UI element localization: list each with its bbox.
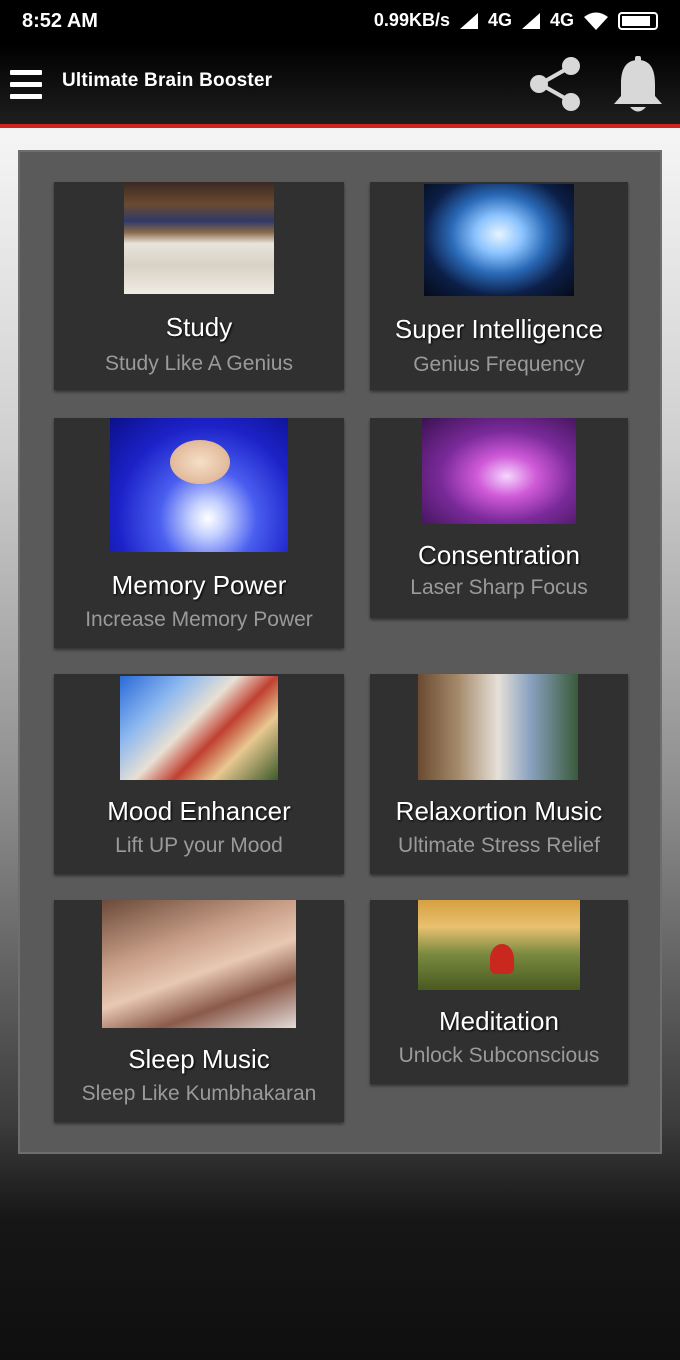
card-subtitle: Increase Memory Power — [85, 608, 313, 631]
card-subtitle: Study Like A Genius — [105, 352, 293, 375]
wifi-icon — [584, 12, 608, 30]
menu-button[interactable] — [10, 64, 42, 104]
card-subtitle: Unlock Subconscious — [398, 1044, 600, 1067]
card-meditation[interactable]: Meditation Unlock Subconscious — [370, 900, 628, 1084]
card-relaxortion-music[interactable]: Relaxortion Music Ultimate Stress Relief — [370, 674, 628, 874]
books-image — [124, 182, 274, 294]
bell-icon[interactable] — [608, 52, 668, 116]
card-title: Study — [165, 312, 233, 342]
card-subtitle: Laser Sharp Focus — [410, 576, 588, 599]
share-icon[interactable] — [524, 52, 588, 116]
card-super-intelligence[interactable]: Super Intelligence Genius Frequency — [370, 182, 628, 390]
signal-icon — [521, 12, 540, 29]
card-title: Mood Enhancer — [107, 796, 291, 826]
card-study[interactable]: Study Study Like A Genius — [54, 182, 344, 390]
sleeping-woman-image — [102, 900, 296, 1028]
card-memory-power[interactable]: Memory Power Increase Memory Power — [54, 418, 344, 648]
card-mood-enhancer[interactable]: Mood Enhancer Lift UP your Mood — [54, 674, 344, 874]
card-subtitle: Lift UP your Mood — [115, 834, 283, 857]
menu-icon — [10, 69, 42, 75]
aura-image — [422, 418, 576, 524]
battery-icon — [618, 11, 658, 30]
meditation-image — [418, 900, 580, 990]
meditating-figure — [490, 944, 514, 974]
card-sleep-music[interactable]: Sleep Music Sleep Like Kumbhakaran — [54, 900, 344, 1122]
card-subtitle: Ultimate Stress Relief — [398, 834, 600, 857]
brain-bulb-image — [110, 418, 288, 552]
card-title: Consentration — [418, 540, 580, 570]
feature-grid: Study Study Like A Genius Super Intellig… — [18, 150, 662, 1154]
brain-shape — [170, 440, 230, 484]
status-time: 8:52 AM — [22, 10, 98, 32]
card-subtitle: Genius Frequency — [413, 353, 585, 376]
status-indicators: 0.99KB/s 4G 4G — [374, 10, 658, 31]
signal-label-b: 4G — [549, 10, 574, 30]
card-consentration[interactable]: Consentration Laser Sharp Focus — [370, 418, 628, 618]
glowing-brain-image — [424, 184, 574, 296]
card-title: Super Intelligence — [394, 314, 604, 344]
card-title: Meditation — [439, 1006, 559, 1036]
signal-icon — [459, 12, 478, 29]
app-bar: Ultimate Brain Booster — [0, 44, 680, 128]
app-title: Ultimate Brain Booster — [62, 70, 273, 91]
card-subtitle: Sleep Like Kumbhakaran — [81, 1082, 317, 1105]
status-bar: 8:52 AM 0.99KB/s 4G 4G — [0, 0, 680, 44]
network-speed: 0.99KB/s — [373, 10, 450, 30]
waterfall-image — [418, 674, 578, 780]
card-title: Sleep Music — [128, 1044, 270, 1074]
card-title: Memory Power — [111, 570, 287, 600]
collage-image — [120, 676, 278, 780]
card-title: Relaxortion Music — [395, 796, 603, 826]
signal-label-a: 4G — [487, 10, 512, 30]
